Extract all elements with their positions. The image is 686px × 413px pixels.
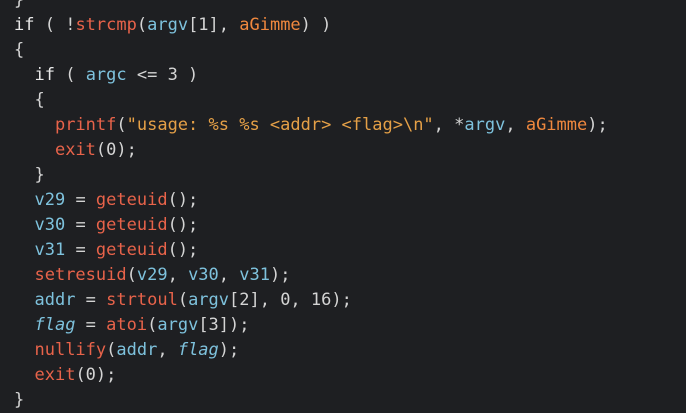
code-line[interactable]: exit(0); <box>14 363 608 388</box>
function-token: exit <box>54 140 96 160</box>
punctuation-token: } <box>14 0 25 10</box>
function-token: setresuid <box>34 265 127 285</box>
code-line[interactable]: printf("usage: %s %s <addr> <flag>\n", *… <box>14 113 608 138</box>
variable-token: argv <box>147 15 189 35</box>
code-line[interactable]: } <box>14 163 608 188</box>
punctuation-token: ) ) <box>300 15 332 35</box>
variable-token: v31 <box>34 240 66 260</box>
global-token: aGimme <box>239 15 301 35</box>
variable-token: v31 <box>239 265 270 285</box>
function-token: geteuid <box>95 240 168 260</box>
punctuation-token: } <box>14 390 25 410</box>
string-token: "usage: %s %s <addr> <flag>\n" <box>126 115 434 135</box>
punctuation-token: { <box>14 40 25 60</box>
code-line[interactable]: { <box>14 38 608 63</box>
punctuation-token: (); <box>167 215 199 235</box>
variable-token: flag <box>177 340 219 360</box>
punctuation-token: [2], 0, 16); <box>229 290 352 310</box>
punctuation-token: , <box>157 340 178 360</box>
punctuation-token: ); <box>218 340 240 360</box>
punctuation-token: , <box>505 115 526 135</box>
punctuation-token: ( <box>136 15 148 35</box>
code-line[interactable]: nullify(addr, flag); <box>14 338 608 363</box>
punctuation-token: ( <box>116 115 127 135</box>
punctuation-token: ( <box>147 315 158 335</box>
punctuation-token: ( <box>54 65 86 85</box>
punctuation-token: (0); <box>95 140 137 160</box>
code-line[interactable]: v30 = geteuid(); <box>14 213 608 238</box>
punctuation-token: = <box>75 315 107 335</box>
punctuation-token: ( <box>177 290 189 310</box>
code-line[interactable]: if ( !strcmp(argv[1], aGimme) ) <box>14 13 608 38</box>
function-token: geteuid <box>95 215 168 235</box>
function-token: exit <box>34 365 76 385</box>
variable-token: addr <box>116 340 158 360</box>
punctuation-token: <= 3 ) <box>126 65 199 85</box>
punctuation-token: { <box>34 90 45 110</box>
variable-token: argv <box>157 315 199 335</box>
code-line[interactable]: } <box>14 388 608 413</box>
code-line[interactable]: addr = strtoul(argv[2], 0, 16); <box>14 288 608 313</box>
variable-token: v29 <box>34 190 66 210</box>
punctuation-token: = <box>65 190 96 210</box>
variable-token: argv <box>464 115 506 135</box>
variable-token: argv <box>188 290 230 310</box>
punctuation-token: (); <box>167 190 199 210</box>
punctuation-token: = <box>65 240 96 260</box>
punctuation-token: (0); <box>75 365 117 385</box>
code-editor[interactable]: } if ( !strcmp(argv[1], aGimme) ){ if ( a… <box>14 0 608 413</box>
function-token: geteuid <box>95 190 168 210</box>
code-line[interactable]: v29 = geteuid(); <box>14 188 608 213</box>
punctuation-token: , * <box>433 115 465 135</box>
punctuation-token: , <box>167 265 189 285</box>
punctuation-token: } <box>34 165 45 185</box>
punctuation-token: [1], <box>188 15 240 35</box>
code-line[interactable]: exit(0); <box>14 138 608 163</box>
punctuation-token: ); <box>269 265 291 285</box>
code-line[interactable]: } <box>14 0 608 13</box>
variable-token: v29 <box>136 265 168 285</box>
code-line[interactable]: setresuid(v29, v30, v31); <box>14 263 608 288</box>
punctuation-token: [3]); <box>198 315 250 335</box>
code-line[interactable]: flag = atoi(argv[3]); <box>14 313 608 338</box>
variable-token: argc <box>85 65 127 85</box>
punctuation-token: = <box>65 215 96 235</box>
function-token: atoi <box>106 315 148 335</box>
code-line[interactable]: v31 = geteuid(); <box>14 238 608 263</box>
punctuation-token: ( <box>126 265 137 285</box>
keyword-token: if <box>14 15 35 35</box>
punctuation-token: ( <box>106 340 117 360</box>
punctuation-token: ); <box>587 115 608 135</box>
punctuation-token: (); <box>167 240 199 260</box>
punctuation-token: ( ! <box>34 15 76 35</box>
variable-token: v30 <box>188 265 219 285</box>
function-token: strtoul <box>106 290 178 310</box>
punctuation-token: = <box>75 290 107 310</box>
function-token: nullify <box>34 340 107 360</box>
function-token: strcmp <box>75 15 137 35</box>
variable-token: v30 <box>34 215 66 235</box>
punctuation-token: , <box>218 265 240 285</box>
function-token: printf <box>54 115 117 135</box>
code-line[interactable]: { <box>14 88 608 113</box>
code-line[interactable]: if ( argc <= 3 ) <box>14 63 608 88</box>
keyword-token: if <box>34 65 55 85</box>
variable-token: addr <box>34 290 76 310</box>
global-token: aGimme <box>525 115 588 135</box>
variable-token: flag <box>34 315 76 335</box>
